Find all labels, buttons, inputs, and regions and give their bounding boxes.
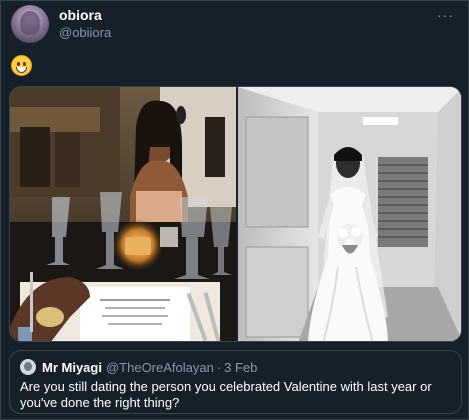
quoted-tweet-card[interactable]: Mr Miyagi @TheOreAfolayan · 3 Feb Are yo… — [9, 350, 462, 414]
quoted-date[interactable]: 3 Feb — [224, 360, 257, 375]
quoted-display-name[interactable]: Mr Miyagi — [42, 360, 102, 375]
dinner-scene-image — [10, 87, 236, 341]
more-options-icon[interactable]: ··· — [437, 7, 454, 23]
quoted-avatar[interactable] — [20, 359, 36, 375]
quoted-tweet-header: Mr Miyagi @TheOreAfolayan · 3 Feb — [20, 359, 257, 375]
avatar[interactable] — [11, 5, 49, 43]
quoted-separator: · — [216, 359, 222, 375]
tweet-header: obiora @obiiora — [11, 5, 111, 43]
photo-bride[interactable] — [238, 87, 461, 341]
author-display-name[interactable]: obiora — [59, 7, 111, 24]
tweet-card[interactable]: obiora @obiiora ··· Mr Miyagi @TheOreAfo… — [0, 0, 469, 420]
photo-dinner[interactable] — [10, 87, 236, 341]
quoted-tweet-text: Are you still dating the person you cele… — [20, 379, 432, 410]
emoji-mouth — [16, 67, 27, 73]
emoji-eye — [17, 62, 20, 66]
grinning-face-emoji-icon — [11, 55, 32, 76]
author-names: obiora @obiiora — [59, 7, 111, 41]
bride-hallway-image — [238, 87, 461, 341]
emoji-eye — [23, 62, 26, 66]
author-handle[interactable]: @obiiora — [59, 24, 111, 41]
media-grid — [9, 86, 462, 342]
quoted-handle[interactable]: @TheOreAfolayan — [106, 360, 214, 375]
